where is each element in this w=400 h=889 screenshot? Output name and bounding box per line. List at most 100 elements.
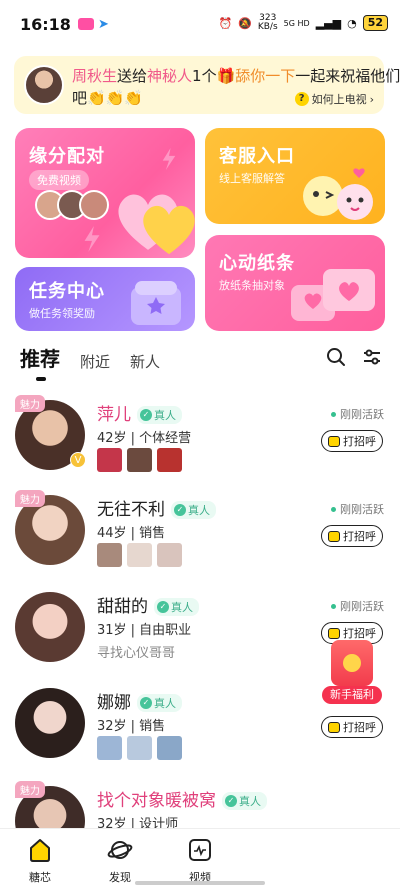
heart-note-card[interactable]: 心动纸条 放纸条抽对象 (205, 235, 385, 331)
list-item[interactable]: 魅力 无往不利 ✓ 真人 44岁 | 销售 刚刚活跃 打招呼 (0, 490, 400, 591)
user-info: 44岁 | 销售 (97, 526, 166, 541)
banner-text1: 送给 (117, 67, 148, 85)
banner-gift: 舔你一下 (235, 67, 296, 85)
user-name-text: 娜娜 (97, 693, 131, 713)
avatar[interactable] (15, 592, 85, 662)
nav-discover[interactable]: 发现 (90, 837, 150, 885)
home-indicator (135, 881, 265, 885)
verified-label: 真人 (154, 697, 176, 710)
online-label: 刚刚活跃 (340, 408, 384, 421)
banner-line1: 周秋生送给神秘人1个🎁舔你一下一起来祝福他们 (72, 65, 400, 86)
feed-tabs: 推荐 附近 新人 (20, 343, 160, 381)
search-icon[interactable] (326, 347, 346, 367)
star-box-icon (131, 281, 181, 325)
bottom-nav: 糖芯 发现 视频 (0, 828, 400, 889)
lightning-icon (162, 148, 176, 170)
charm-badge: 魅力 (15, 395, 45, 412)
new-user-gift-button[interactable]: 新手福利 (322, 640, 382, 706)
check-icon: ✓ (225, 795, 237, 807)
nav-home[interactable]: 糖芯 (10, 837, 70, 885)
status-time: 16:18 (20, 15, 71, 34)
banner-user[interactable]: 周秋生 (72, 67, 117, 85)
verified-label: 真人 (188, 504, 210, 517)
verified-label: 真人 (171, 601, 193, 614)
planet-icon (107, 841, 133, 859)
tab-new[interactable]: 新人 (130, 351, 160, 372)
tab-recommend[interactable]: 推荐 (20, 343, 60, 381)
chat-icon (328, 627, 340, 639)
filter-icon[interactable] (362, 347, 382, 367)
user-name-text: 无往不利 (97, 500, 165, 520)
check-icon: ✓ (174, 504, 186, 516)
greet-label: 打招呼 (343, 435, 376, 448)
online-label: 刚刚活跃 (340, 503, 384, 516)
check-icon: ✓ (140, 409, 152, 421)
how-to-tv-link[interactable]: ? 如何上电视 › (294, 91, 374, 107)
photo-thumbs[interactable] (97, 543, 182, 567)
verified-label: 真人 (239, 795, 261, 808)
chat-icon (328, 721, 340, 733)
online-status: 刚刚活跃 (331, 598, 384, 614)
photo-thumbs[interactable] (97, 736, 182, 760)
heart-message-icon (291, 269, 375, 321)
coin-icon (343, 654, 361, 672)
user-name-text: 萍儿 (97, 405, 131, 425)
user-motto: 寻找心仪哥哥 (97, 646, 176, 661)
how-to-tv-label: 如何上电视 (311, 93, 367, 106)
mute-icon: 🔕 (238, 16, 252, 30)
banner-line2: 吧👏👏👏 (72, 89, 144, 107)
check-icon: ✓ (140, 697, 152, 709)
tab-nearby[interactable]: 附近 (80, 351, 110, 372)
gift-icon: 🎁 (216, 67, 236, 85)
greet-label: 打招呼 (343, 627, 376, 640)
verified-badge: ✓ 真人 (171, 501, 216, 519)
user-name: 甜甜的 ✓ 真人 (97, 592, 199, 617)
verified-badge: ✓ 真人 (137, 406, 182, 424)
greet-label: 打招呼 (343, 721, 376, 734)
service-sub: 线上客服解答 (219, 172, 285, 185)
home-icon (30, 839, 50, 862)
avatar[interactable] (24, 65, 64, 105)
heart-gold-icon (143, 205, 195, 255)
nav-video[interactable]: 视频 (170, 837, 230, 885)
avatar[interactable] (15, 688, 85, 758)
chat-bubbles-icon (303, 168, 373, 220)
check-icon: ✓ (157, 601, 169, 613)
user-name: 无往不利 ✓ 真人 (97, 495, 216, 520)
match-avatars (35, 190, 109, 220)
online-status: 刚刚活跃 (331, 406, 384, 422)
charm-badge: 魅力 (15, 490, 45, 507)
list-item[interactable]: 魅力 V 萍儿 ✓ 真人 42岁 | 个体经营 刚刚活跃 打招呼 (0, 395, 400, 496)
telegram-icon: ➤ (98, 17, 109, 32)
net-speed: 323 KB/s (257, 13, 278, 32)
lightning-icon (84, 226, 100, 252)
greet-button[interactable]: 打招呼 (321, 716, 383, 738)
task-center-card[interactable]: 任务中心 做任务领奖励 (15, 267, 195, 331)
online-label: 刚刚活跃 (340, 600, 384, 613)
online-status: 刚刚活跃 (331, 501, 384, 517)
match-card[interactable]: 缘分配对 免费视频 (15, 128, 195, 258)
alarm-icon: ⏰ (218, 16, 233, 30)
greet-label: 打招呼 (343, 530, 376, 543)
greet-button[interactable]: 打招呼 (321, 430, 383, 452)
verified-label: 真人 (154, 409, 176, 422)
banner-text3: 一起来祝福他们 (295, 67, 400, 85)
wifi-icon: ◔ (347, 16, 357, 30)
match-pill: 免费视频 (29, 170, 89, 190)
nav-home-label: 糖芯 (29, 871, 51, 884)
user-name-text: 找个对象暖被窝 (97, 791, 216, 811)
charm-badge: 魅力 (15, 781, 45, 798)
user-name: 找个对象暖被窝 ✓ 真人 (97, 786, 267, 811)
greet-button[interactable]: 打招呼 (321, 525, 383, 547)
customer-service-card[interactable]: 客服入口 线上客服解答 (205, 128, 385, 224)
status-right: ⏰ 🔕 323 KB/s 5G HD ▂▄▆ ◔ 52 (218, 14, 388, 32)
question-icon: ? (294, 92, 309, 106)
gift-broadcast-banner[interactable]: 周秋生送给神秘人1个🎁舔你一下一起来祝福他们 吧👏👏👏 ? 如何上电视 › (14, 56, 400, 114)
chat-icon (328, 530, 340, 542)
service-title: 客服入口 (219, 146, 295, 167)
network-label: 5G HD (283, 18, 310, 28)
photo-thumbs[interactable] (97, 448, 182, 472)
chevron-right-icon: › (369, 92, 374, 106)
new-user-gift-label: 新手福利 (322, 686, 382, 704)
match-title: 缘分配对 (29, 146, 105, 167)
